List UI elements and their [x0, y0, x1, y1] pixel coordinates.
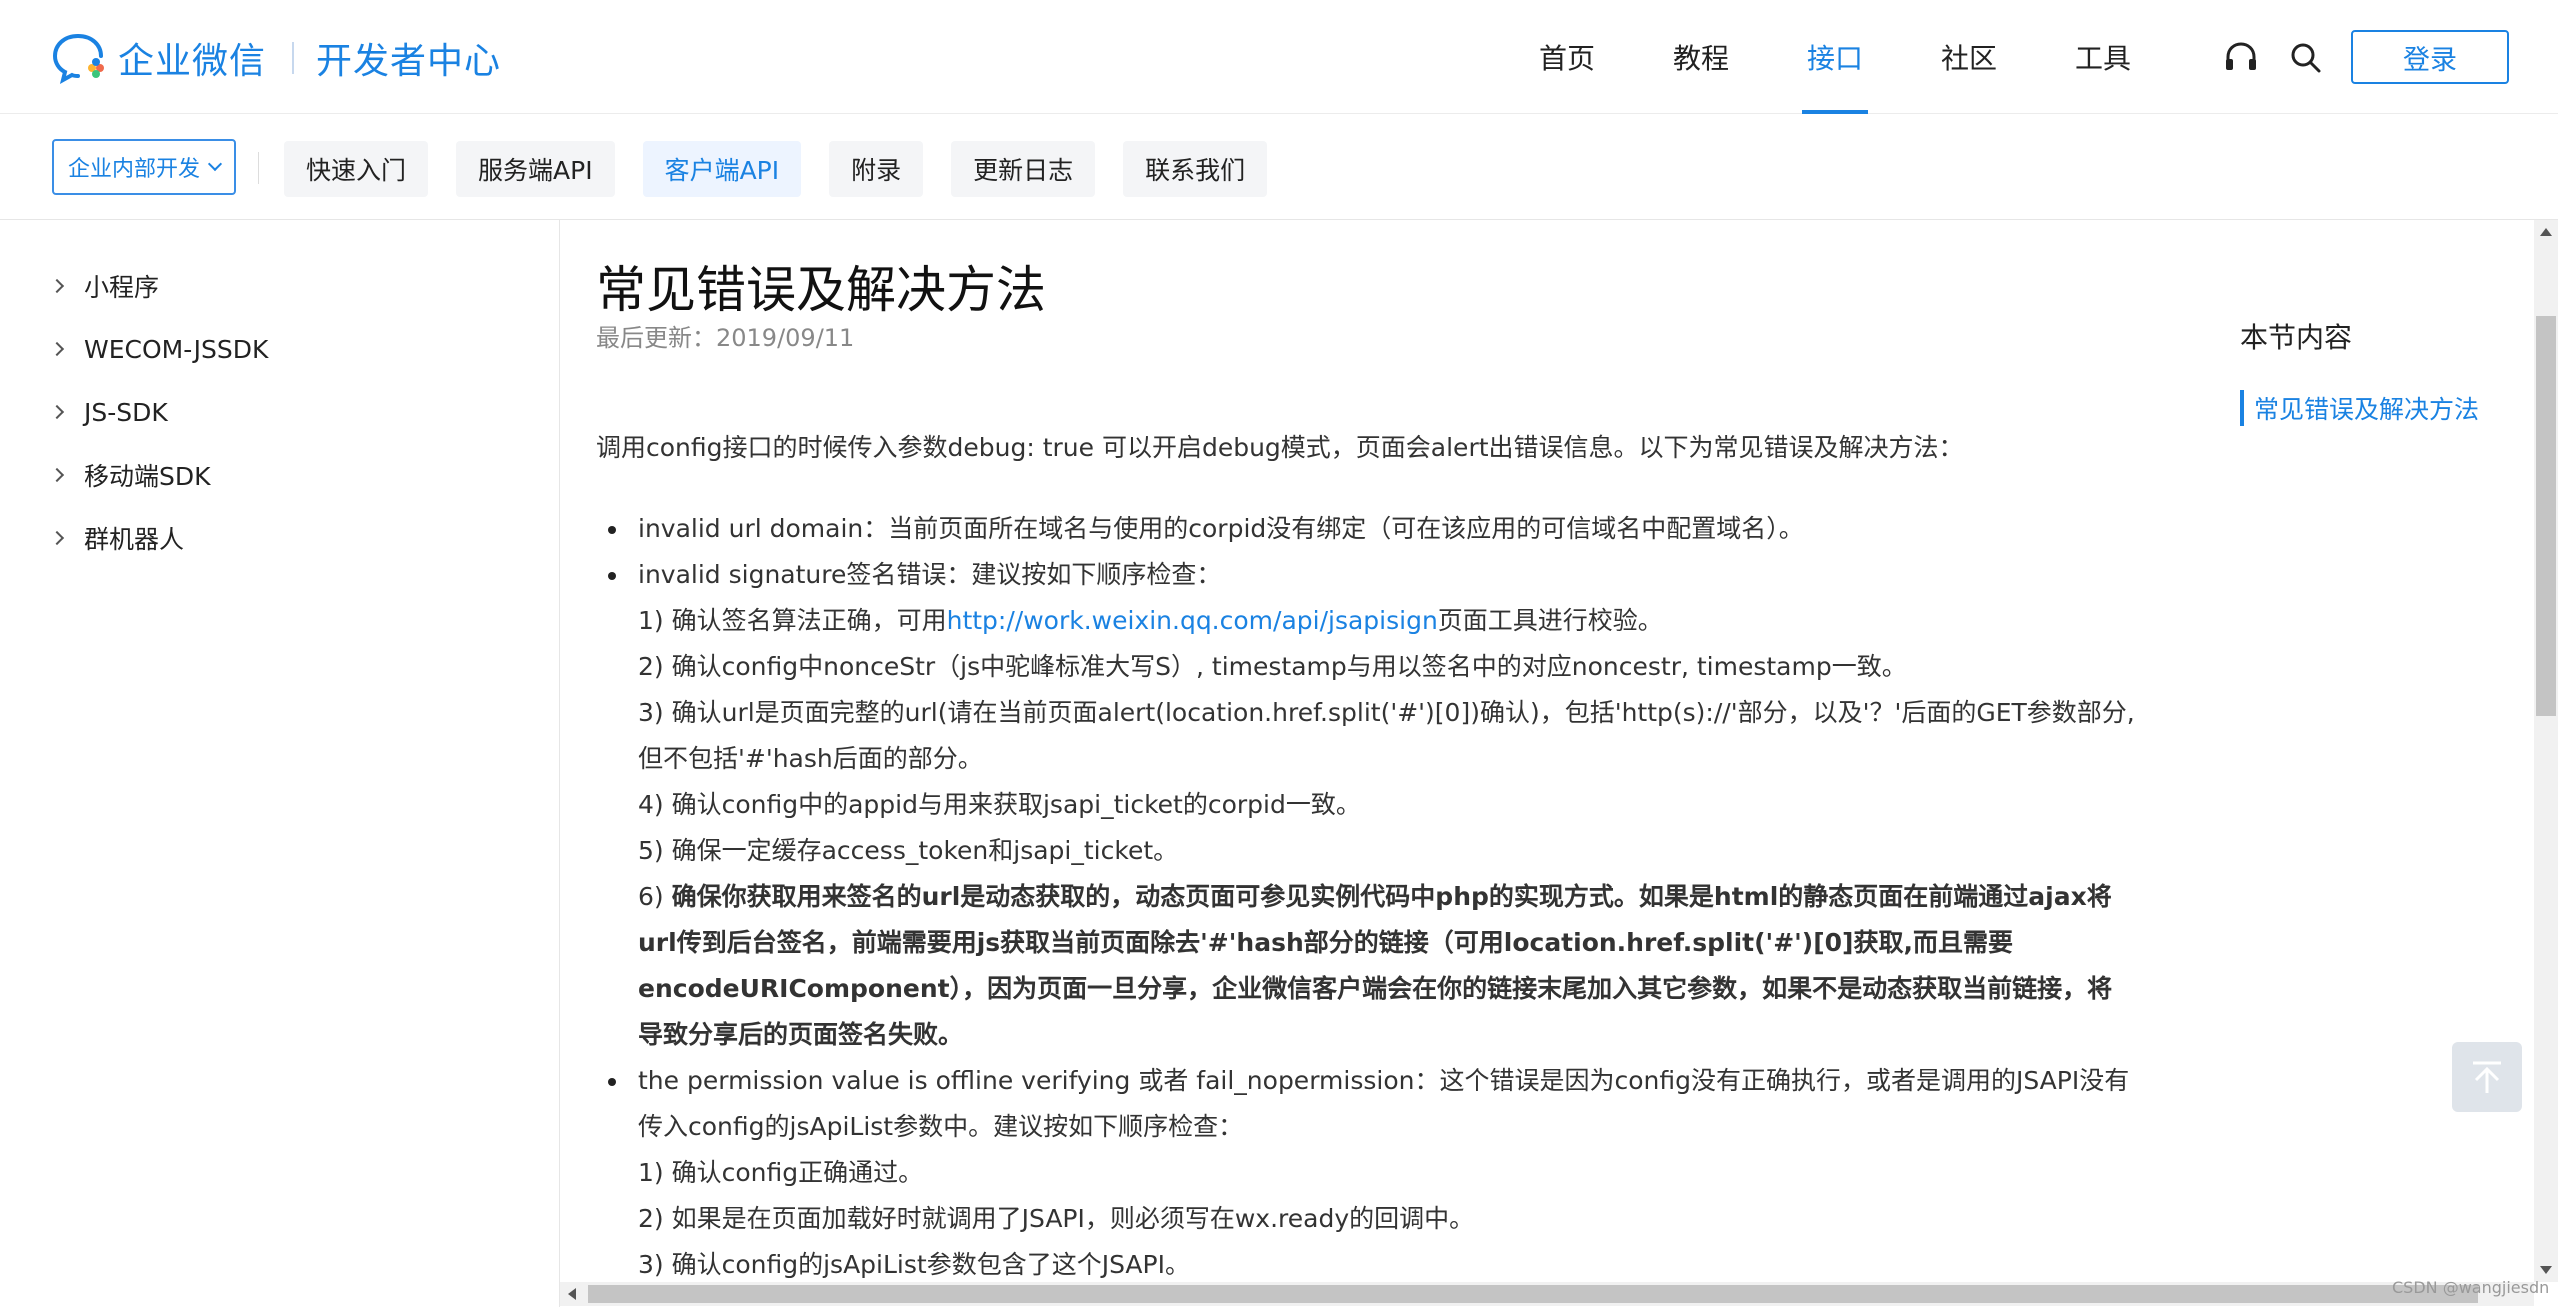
subnav-divider	[258, 152, 259, 184]
subitem-text: 页面工具进行校验。	[1437, 606, 1663, 635]
list-subitem: 3) 确认url是页面完整的url(请在当前页面alert(location.h…	[638, 698, 2135, 727]
list-item: invalid url domain：当前页面所在域名与使用的corpid没有绑…	[596, 506, 2226, 552]
last-updated: 最后更新：2019/09/11	[596, 324, 855, 352]
horizontal-scrollbar[interactable]	[560, 1282, 2534, 1306]
list-subitem: 1) 确认config正确通过。	[638, 1158, 924, 1187]
sidebar-item-miniprogram[interactable]: 小程序	[49, 266, 160, 306]
list-subitem: encodeURIComponent），因为页面一旦分享，企业微信客户端会在你的…	[638, 974, 2113, 1003]
subnav-tabs: 快速入门 服务端API 客户端API 附录 更新日志 联系我们	[284, 141, 1268, 197]
dev-type-dropdown[interactable]: 企业内部开发	[52, 139, 236, 195]
tab-changelog[interactable]: 更新日志	[951, 141, 1096, 197]
logo-divider	[292, 42, 295, 74]
nav-tutorial[interactable]: 教程	[1634, 0, 1768, 114]
arrow-up-icon	[2473, 1061, 2501, 1093]
subitem-text: 1) 确认签名算法正确，可用	[638, 606, 947, 635]
list-subitem: 2) 确认config中nonceStr（js中驼峰标准大写S）, timest…	[638, 652, 1907, 681]
vertical-scrollbar[interactable]	[2534, 220, 2558, 1282]
scroll-left-icon[interactable]	[568, 1288, 576, 1300]
subitem-number: 6)	[638, 882, 672, 911]
site-logo[interactable]: 企业微信 开发者中心	[52, 30, 501, 86]
headset-icon[interactable]	[2223, 40, 2259, 76]
watermark: CSDN @wangjiesdn	[2392, 1278, 2550, 1297]
nav-api[interactable]: 接口	[1768, 0, 1902, 114]
scroll-down-icon[interactable]	[2540, 1266, 2552, 1274]
wecom-logo-icon	[52, 34, 104, 84]
tab-appendix[interactable]: 附录	[829, 141, 924, 197]
sidebar-item-js-sdk[interactable]: JS-SDK	[49, 392, 168, 432]
sidebar-item-mobile-sdk[interactable]: 移动端SDK	[49, 455, 211, 495]
sidebar-item-label: WECOM-JSSDK	[84, 334, 269, 364]
tab-server-api[interactable]: 服务端API	[456, 141, 615, 197]
chevron-right-icon	[49, 404, 65, 420]
jsapisign-link[interactable]: http://work.weixin.qq.com/api/jsapisign	[947, 606, 1438, 635]
main-nav: 首页 教程 接口 社区 工具	[1500, 0, 2170, 114]
login-button[interactable]: 登录	[2351, 30, 2509, 84]
chevron-down-icon	[207, 156, 223, 172]
brand-name: 企业微信	[118, 41, 267, 82]
sidebar-item-label: 群机器人	[84, 525, 185, 554]
article-intro: 调用config接口的时候传入参数debug: true 可以开启debug模式…	[596, 433, 1964, 462]
error-list: invalid url domain：当前页面所在域名与使用的corpid没有绑…	[596, 506, 2226, 1280]
list-subitem: 2) 如果是在页面加载好时就调用了JSAPI，则必须写在wx.ready的回调中…	[638, 1204, 1475, 1233]
list-subitem: 3) 确认config的jsApiList参数包含了这个JSAPI。	[638, 1250, 1190, 1279]
list-subitem: url传到后台签名，前端需要用js获取当前页面除去'#'hash部分的链接（可用…	[638, 928, 2013, 957]
tab-client-api[interactable]: 客户端API	[642, 141, 802, 197]
sidebar: 小程序 WECOM-JSSDK JS-SDK 移动端SDK 群机器人	[0, 220, 560, 1307]
list-subitem: 但不包括'#'hash后面的部分。	[638, 744, 983, 773]
chevron-right-icon	[49, 278, 65, 294]
list-subitem: 4) 确认config中的appid与用来获取jsapi_ticket的corp…	[638, 790, 1361, 819]
search-icon[interactable]	[2288, 40, 2324, 76]
sub-nav: 企业内部开发 快速入门 服务端API 客户端API 附录 更新日志 联系我们	[0, 114, 2558, 220]
list-item: the permission value is offline verifyin…	[596, 1058, 2226, 1104]
sidebar-item-label: 小程序	[84, 273, 160, 302]
list-subitem: 6) 确保你获取用来签名的url是动态获取的，动态页面可参见实例代码中php的实…	[596, 874, 2226, 920]
list-subitem: 5) 确保一定缓存access_token和jsapi_ticket。	[638, 836, 1179, 865]
page-title: 常见错误及解决方法	[596, 261, 1046, 319]
list-subitem: 导致分享后的页面签名失败。	[638, 1020, 964, 1049]
dropdown-label: 企业内部开发	[67, 157, 200, 182]
sidebar-item-group-bot[interactable]: 群机器人	[49, 518, 185, 558]
scrollbar-thumb[interactable]	[588, 1285, 2478, 1303]
subitem-bold-text: 确保你获取用来签名的url是动态获取的，动态页面可参见实例代码中php的实现方式…	[671, 882, 2112, 911]
chevron-right-icon	[49, 530, 65, 546]
nav-tools[interactable]: 工具	[2036, 0, 2170, 114]
toc-item-common-errors[interactable]: 常见错误及解决方法	[2240, 390, 2479, 426]
brand-subtitle: 开发者中心	[316, 41, 502, 82]
nav-home[interactable]: 首页	[1500, 0, 1634, 114]
top-header: 企业微信 开发者中心 首页 教程 接口 社区 工具 登录	[0, 0, 2558, 114]
back-to-top-button[interactable]	[2452, 1042, 2522, 1112]
sidebar-item-label: JS-SDK	[84, 397, 168, 427]
chevron-right-icon	[49, 467, 65, 483]
sidebar-item-label: 移动端SDK	[84, 462, 211, 491]
tab-quickstart[interactable]: 快速入门	[284, 141, 429, 197]
chevron-right-icon	[49, 341, 65, 357]
list-item: invalid signature签名错误：建议按如下顺序检查：	[596, 552, 2226, 598]
toc-title: 本节内容	[2240, 321, 2353, 354]
sidebar-item-wecom-jssdk[interactable]: WECOM-JSSDK	[49, 329, 269, 369]
list-subitem: 1) 确认签名算法正确，可用http://work.weixin.qq.com/…	[596, 598, 2226, 644]
tab-contact[interactable]: 联系我们	[1123, 141, 1268, 197]
article-content: 常见错误及解决方法 最后更新：2019/09/11 调用config接口的时候传…	[560, 220, 2250, 1280]
scrollbar-thumb[interactable]	[2536, 316, 2556, 716]
list-subitem: 传入config的jsApiList参数中。建议按如下顺序检查：	[638, 1112, 1244, 1141]
nav-community[interactable]: 社区	[1902, 0, 2036, 114]
scroll-up-icon[interactable]	[2540, 228, 2552, 236]
